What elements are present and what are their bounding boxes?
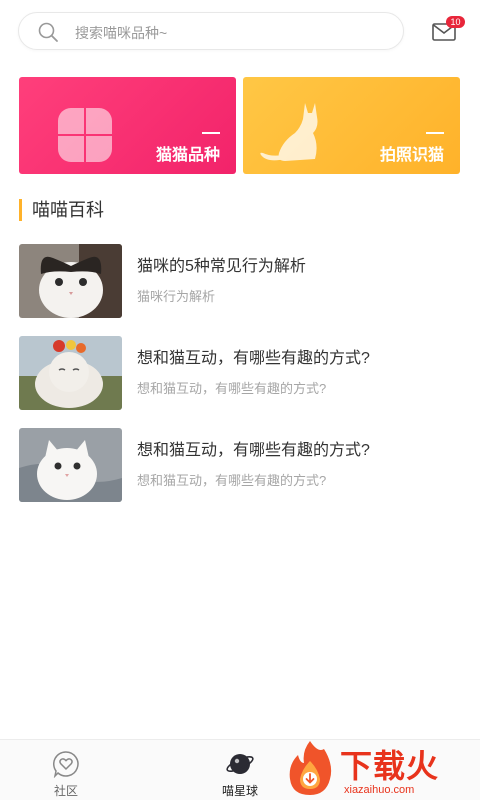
watermark-text: 下载火: [340, 748, 440, 784]
tab-label: 喵星球: [221, 784, 258, 798]
tab-label: 社区: [53, 784, 78, 798]
article-subtitle: 想和猫互动，有哪些有趣的方式?: [137, 381, 327, 396]
cat-photo-thumbnail: [19, 336, 122, 410]
cat-breeds-card[interactable]: 猫猫品种: [19, 77, 236, 174]
clover-icon: [58, 108, 112, 162]
flame-logo-icon: [289, 741, 332, 795]
search-bar[interactable]: 搜索喵咪品种~: [18, 12, 404, 50]
article-subtitle: 想和猫互动，有哪些有趣的方式?: [137, 473, 327, 488]
header: 搜索喵咪品种~ 10: [0, 0, 480, 62]
article-subtitle: 猫咪行为解析: [137, 289, 216, 304]
sitting-cat-icon: [260, 103, 318, 161]
article-title: 想和猫互动，有哪些有趣的方式?: [137, 442, 370, 459]
photo-identify-card[interactable]: 拍照识猫: [243, 77, 460, 174]
cat-photo-thumbnail: [19, 428, 122, 502]
article-item[interactable]: 想和猫互动，有哪些有趣的方式? 想和猫互动，有哪些有趣的方式?: [19, 428, 461, 502]
section-title: 喵喵百科: [19, 199, 104, 221]
planet-icon: [226, 754, 254, 774]
tab-meow-planet[interactable]: 喵星球: [200, 740, 280, 800]
watermark-url: xiazaihuo.com: [344, 784, 415, 796]
article-title: 猫咪的5种常见行为解析: [137, 258, 306, 275]
tab-community[interactable]: 社区: [26, 740, 106, 800]
cat-breeds-label: 猫猫品种: [155, 147, 220, 164]
article-item[interactable]: 想和猫互动，有哪些有趣的方式? 想和猫互动，有哪些有趣的方式?: [19, 336, 461, 410]
card-dash: [202, 132, 220, 134]
card-dash: [426, 132, 444, 134]
search-icon: [38, 22, 58, 42]
heart-chat-icon: [53, 751, 79, 778]
search-input[interactable]: 搜索喵咪品种~: [75, 23, 167, 43]
message-count-badge: 10: [446, 16, 465, 28]
cat-photo-thumbnail: [19, 244, 122, 318]
watermark: 下载火 xiazaihuo.com: [282, 735, 478, 800]
article-item[interactable]: 猫咪的5种常见行为解析 猫咪行为解析: [19, 244, 461, 318]
article-title: 想和猫互动，有哪些有趣的方式?: [137, 350, 370, 367]
photo-identify-label: 拍照识猫: [379, 147, 444, 164]
